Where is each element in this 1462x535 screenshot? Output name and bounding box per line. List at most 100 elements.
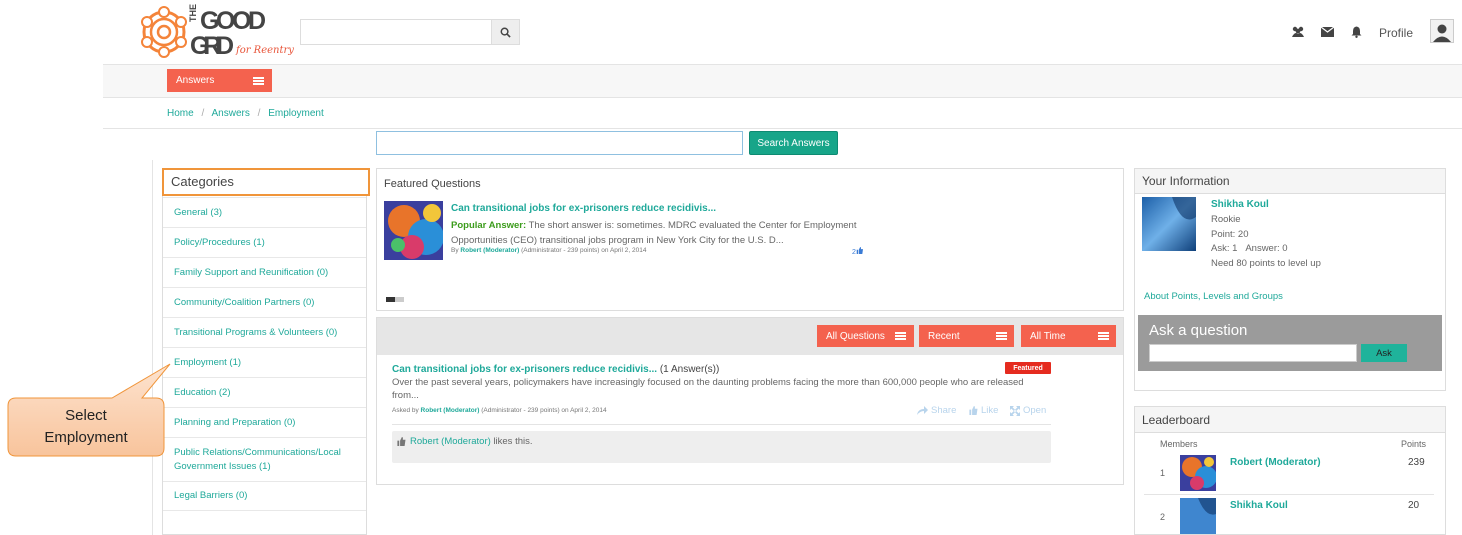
featured-badge: Featured [1005,362,1051,374]
category-policy-procedures[interactable]: Policy/Procedures (1) [163,227,366,257]
menu-icon [895,332,906,340]
leaderboard-divider [1144,494,1434,495]
user-answer-count: Answer: 0 [1245,243,1288,254]
answer-count: (1 Answer(s)) [657,364,720,375]
your-information-title: Your Information [1135,169,1445,194]
category-education[interactable]: Education (2) [163,377,366,407]
bell-icon[interactable] [1348,24,1364,40]
category-family-support[interactable]: Family Support and Reunification (0) [163,257,366,287]
global-search-button[interactable] [491,20,519,44]
answers-menu-label: Answers [176,75,215,86]
featured-author-link[interactable]: Robert (Moderator) [460,247,519,254]
tab-band [103,64,1462,98]
categories-title: Categories [162,168,370,196]
share-label: Share [931,405,957,416]
category-planning[interactable]: Planning and Preparation (0) [163,407,366,437]
divider [392,424,1051,425]
top-header: THE GOOD GRID for Reentry Profile [0,0,1462,64]
search-icon [500,27,511,38]
open-action[interactable]: Open [1010,405,1046,416]
user-ask-answer: Ask: 1 Answer: 0 [1211,243,1288,254]
question-byline: Asked by Robert (Moderator) (Administrat… [392,407,607,414]
category-transitional-programs[interactable]: Transitional Programs & Volunteers (0) [163,317,366,347]
featured-byline: By Robert (Moderator) (Administrator - 2… [451,247,646,254]
leaderboard-avatar[interactable] [1180,455,1216,491]
featured-popular-answer: Popular Answer: The short answer is: som… [451,218,881,248]
thumbs-up-icon [856,247,863,254]
logo-grid: GRID [190,32,234,60]
ask-question-input[interactable] [1149,344,1357,362]
featured-byline-meta: (Administrator - 239 points) on April 2,… [519,247,647,254]
leaderboard-rank: 2 [1160,512,1166,522]
logo-tagline: for Reentry [235,45,294,56]
search-answers-button[interactable]: Search Answers [749,131,838,155]
share-icon [917,406,928,415]
question-byline-prefix: Asked by [392,407,421,414]
leaderboard-points-header: Points [1401,439,1427,449]
recent-filter[interactable]: Recent [919,325,1014,347]
users-icon[interactable] [1290,24,1306,40]
logo-good: GOOD [200,7,266,35]
ask-button[interactable]: Ask [1361,344,1407,362]
popular-answer-label: Popular Answer: [451,220,527,231]
left-divider [152,160,153,535]
user-points: Point: 20 [1211,229,1249,240]
featured-question-thumbnail[interactable] [384,201,443,260]
leaderboard-points: 20 [1408,500,1420,511]
user-ask-count: Ask: 1 [1211,243,1238,254]
all-time-label: All Time [1030,330,1066,342]
breadcrumb-home[interactable]: Home [167,108,194,119]
leaderboard-member-link[interactable]: Robert (Moderator) [1230,457,1321,468]
category-employment[interactable]: Employment (1) [163,347,366,377]
category-general[interactable]: General (3) [163,197,366,227]
breadcrumb-employment[interactable]: Employment [268,108,324,119]
answers-menu-button[interactable]: Answers [167,69,272,92]
category-legal-barriers[interactable]: Legal Barriers (0) [163,481,366,511]
user-silhouette-icon [1433,24,1451,42]
like-action[interactable]: Like [968,405,998,416]
featured-byline-prefix: By [451,247,461,254]
liker-link[interactable]: Robert (Moderator) [410,436,491,447]
leaderboard-avatar[interactable] [1180,498,1216,534]
leaderboard-member-link[interactable]: Shikha Koul [1230,500,1288,511]
menu-icon [253,77,264,85]
global-search-input[interactable] [301,20,491,44]
answers-search-input[interactable] [376,131,743,155]
breadcrumb-separator: / [257,108,261,119]
category-community-partners[interactable]: Community/Coalition Partners (0) [163,287,366,317]
likes-summary: Robert (Moderator) likes this. [396,436,533,447]
carousel-dot-active[interactable] [386,297,395,302]
leaderboard-members-header: Members [1160,439,1198,449]
callout-line-1: Select [65,407,107,424]
question-link[interactable]: Can transitional jobs for ex-prisoners r… [392,364,657,375]
user-level-up: Need 80 points to level up [1211,258,1321,269]
leaderboard-title: Leaderboard [1135,407,1445,433]
category-public-relations[interactable]: Public Relations/Communications/Local Go… [163,437,366,481]
featured-question-link[interactable]: Can transitional jobs for ex-prisoners r… [451,203,716,214]
leaderboard-rank: 1 [1160,468,1166,478]
thumbs-up-icon [969,406,978,415]
good-grid-logo[interactable]: THE GOOD GRID for Reentry [138,4,298,60]
callout-line-2: Employment [44,429,128,446]
user-level: Rookie [1211,214,1241,225]
user-name-link[interactable]: Shikha Koul [1211,199,1269,210]
likes-suffix: likes this. [490,436,533,447]
all-questions-filter[interactable]: All Questions [817,325,914,347]
logo-the: THE [188,4,198,22]
open-label: Open [1023,405,1047,416]
envelope-icon[interactable] [1319,24,1335,40]
all-time-filter[interactable]: All Time [1021,325,1116,347]
question-author-link[interactable]: Robert (Moderator) [421,407,480,414]
points-levels-link[interactable]: About Points, Levels and Groups [1144,291,1283,302]
global-search [300,19,520,45]
profile-link[interactable]: Profile [1379,26,1413,40]
recent-label: Recent [928,330,960,342]
breadcrumb-answers[interactable]: Answers [211,108,249,119]
leaderboard-points: 239 [1408,457,1425,468]
avatar[interactable] [1430,19,1454,43]
share-action[interactable]: Share [917,405,956,416]
carousel-dot[interactable] [395,297,404,302]
featured-like-count[interactable]: 2 [852,247,863,256]
question-excerpt: Over the past several years, policymaker… [392,377,1024,401]
user-avatar[interactable] [1142,197,1196,251]
